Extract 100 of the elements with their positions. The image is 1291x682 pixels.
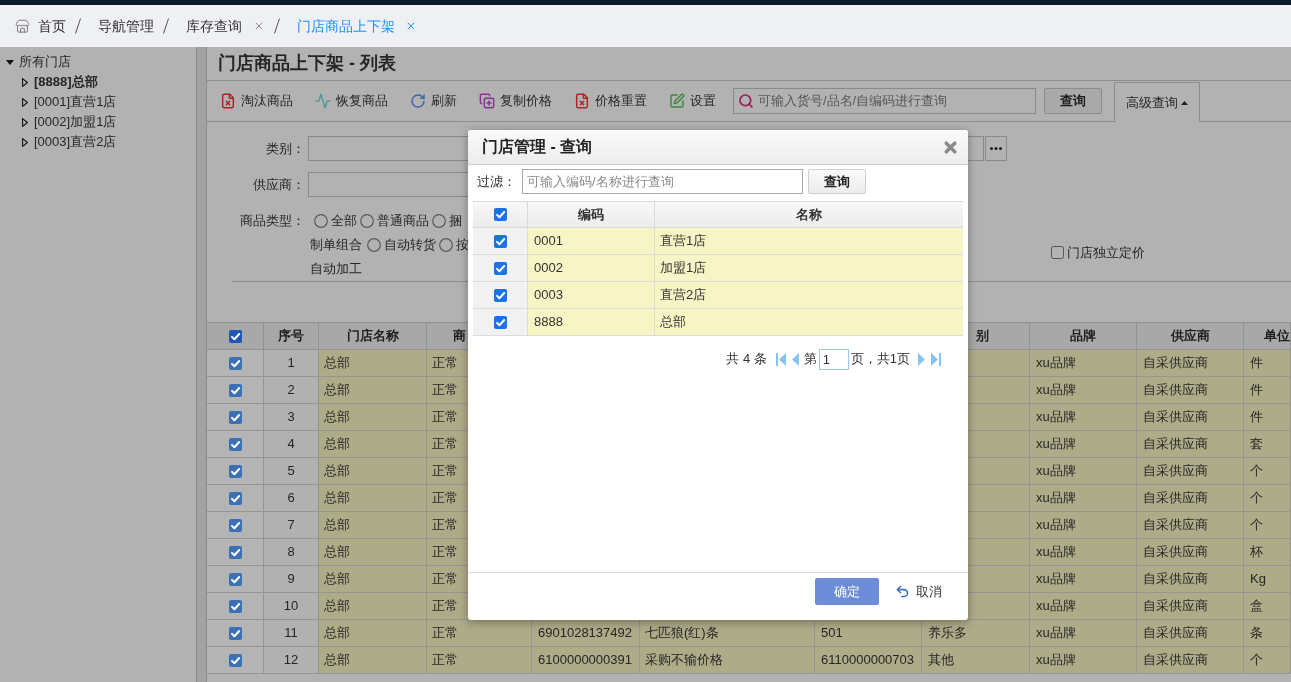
tree-item[interactable]: [0001]直营1店: [34, 92, 117, 112]
column-header[interactable]: 品牌: [1070, 326, 1096, 346]
checkbox[interactable]: [228, 572, 242, 586]
refresh-icon: [410, 93, 426, 109]
toolbar-button[interactable]: 价格重置: [574, 91, 647, 111]
table-cell: xu品牌: [1030, 512, 1137, 538]
close-icon[interactable]: [942, 138, 959, 156]
caret-right-icon[interactable]: [22, 97, 28, 107]
breadcrumb-link[interactable]: 导航管理: [98, 15, 154, 37]
more-button[interactable]: [985, 136, 1007, 161]
checkbox[interactable]: [228, 437, 242, 451]
table-cell: xu品牌: [1030, 431, 1137, 457]
table-cell: 自采供应商: [1137, 458, 1244, 484]
table-cell: 自采供应商: [1137, 566, 1244, 592]
checkbox[interactable]: [493, 315, 507, 329]
checkbox[interactable]: [1051, 246, 1064, 260]
table-cell: 6901028137492: [532, 620, 640, 646]
table-cell: 其他: [922, 647, 1030, 673]
page-field[interactable]: 1: [818, 348, 849, 370]
field-label: 商品类型：: [239, 212, 305, 230]
caret-right-icon[interactable]: [22, 77, 28, 87]
column-header[interactable]: 编码: [578, 204, 604, 225]
table-cell: 养乐多: [922, 620, 1030, 646]
close-icon[interactable]: [405, 20, 417, 32]
column-header[interactable]: 供应商: [1170, 326, 1210, 346]
checkbox[interactable]: [228, 626, 242, 640]
checkbox[interactable]: [228, 599, 242, 613]
caret-right-icon[interactable]: [22, 117, 28, 127]
table-cell: 自采供应商: [1137, 512, 1244, 538]
toolbar-button[interactable]: 淘汰商品: [220, 91, 293, 111]
table-cell: 总部: [319, 458, 427, 484]
checkbox[interactable]: [493, 234, 507, 248]
toolbar-button[interactable]: 恢复商品: [315, 91, 388, 111]
table-cell: 个: [1244, 647, 1291, 673]
table-cell: xu品牌: [1030, 458, 1137, 484]
tree-item[interactable]: [0003]直营2店: [34, 132, 117, 152]
table-cell: xu品牌: [1030, 485, 1137, 511]
tree-item[interactable]: [0002]加盟1店: [34, 112, 117, 132]
close-icon[interactable]: [253, 20, 265, 32]
column-header[interactable]: 门店名称: [346, 326, 399, 346]
checkbox[interactable]: [228, 383, 242, 397]
filter-field[interactable]: 可输入编码/名称进行查询: [522, 169, 803, 194]
breadcrumb-link[interactable]: 库存查询: [186, 15, 242, 37]
table-cell: xu品牌: [1030, 593, 1137, 619]
column-header[interactable]: 商: [453, 326, 466, 346]
search-field[interactable]: 可输入货号/品名/自编码进行查询: [733, 88, 1036, 114]
file-x-icon: [220, 93, 236, 109]
query-button[interactable]: 查询: [1044, 88, 1102, 114]
checkbox[interactable]: [228, 491, 242, 505]
table-cell: 自采供应商: [1137, 539, 1244, 565]
table-cell: 总部: [319, 377, 427, 403]
checkbox[interactable]: [493, 288, 507, 302]
page-label: 第: [803, 350, 817, 369]
table-cell: 自采供应商: [1137, 485, 1244, 511]
table-cell: 501: [815, 620, 922, 646]
advanced-search-tab[interactable]: 高级查询: [1114, 82, 1200, 122]
checkbox[interactable]: [228, 464, 242, 478]
cancel-button[interactable]: 取消: [895, 578, 942, 605]
breadcrumb-link[interactable]: 首页: [38, 15, 66, 37]
table-cell: 盒: [1244, 593, 1291, 619]
radio-button[interactable]: [439, 238, 453, 252]
checkbox[interactable]: [228, 518, 242, 532]
column-header[interactable]: 序号: [278, 326, 304, 346]
table-cell: 直营2店: [655, 282, 963, 308]
caret-down-icon[interactable]: [6, 59, 14, 65]
toolbar-button[interactable]: 复制价格: [479, 91, 552, 111]
checkbox[interactable]: [228, 329, 242, 343]
table-cell: 件: [1244, 377, 1291, 403]
table-cell: 总部: [319, 539, 427, 565]
checkbox[interactable]: [228, 410, 242, 424]
query-button[interactable]: 查询: [808, 169, 866, 194]
caret-right-icon[interactable]: [22, 137, 28, 147]
table-cell: Kg: [1244, 566, 1291, 592]
search-icon: [738, 93, 754, 109]
table-cell: 0003: [528, 282, 655, 308]
checkbox[interactable]: [228, 545, 242, 559]
table-cell: 自采供应商: [1137, 377, 1244, 403]
toolbar-button[interactable]: 刷新: [410, 91, 457, 111]
breadcrumb-separator: [274, 18, 280, 34]
table-cell: 总部: [319, 593, 427, 619]
field-label: 供应商：: [252, 175, 305, 194]
tree-item[interactable]: [8888]总部: [34, 72, 98, 92]
toolbar-button[interactable]: 设置: [669, 91, 716, 111]
option-label: 全部: [331, 212, 357, 231]
checkbox[interactable]: [228, 653, 242, 667]
ellipsis-icon: [990, 147, 1002, 150]
column-header[interactable]: 单位: [1264, 326, 1290, 346]
checkbox[interactable]: [493, 208, 507, 221]
table-cell: 个: [1244, 458, 1291, 484]
radio-button[interactable]: [360, 214, 374, 228]
column-header[interactable]: 别: [976, 326, 989, 346]
table-cell: xu品牌: [1030, 647, 1137, 673]
radio-button[interactable]: [432, 214, 446, 228]
radio-button[interactable]: [367, 238, 381, 252]
column-header[interactable]: 名称: [796, 204, 822, 225]
checkbox[interactable]: [228, 356, 242, 370]
tree-item[interactable]: 所有门店: [19, 52, 71, 72]
checkbox[interactable]: [493, 261, 507, 275]
record-count: 共 4 条: [726, 350, 767, 369]
radio-button[interactable]: [314, 214, 328, 228]
